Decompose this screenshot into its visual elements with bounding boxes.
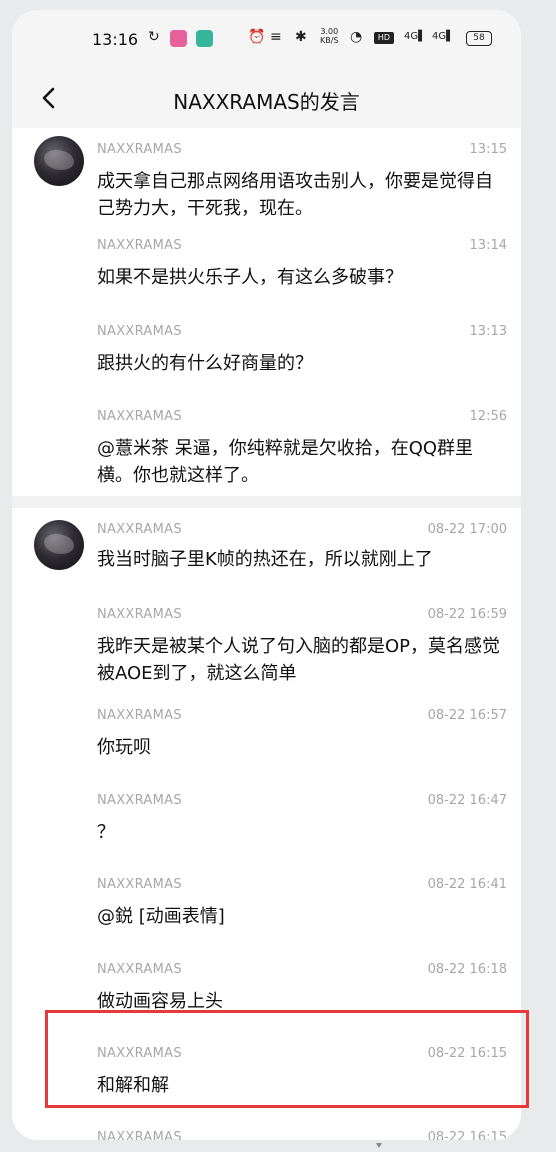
battery-icon: 58 bbox=[466, 31, 492, 46]
message-time: 13:14 bbox=[469, 238, 507, 253]
message-text: @薏米茶 呆逼，你纯粹就是欠收拾，在QQ群里横。你也就这样了。 bbox=[97, 438, 474, 486]
author-name: NAXXRAMAS bbox=[97, 708, 182, 723]
message-time: 08-22 16:59 bbox=[427, 607, 507, 622]
author-name: NAXXRAMAS bbox=[97, 607, 182, 622]
message-text: 成天拿自己那点网络用语攻击别人，你要是觉得自己势力大，干死我，现在。 bbox=[97, 171, 493, 219]
author-name: NAXXRAMAS bbox=[97, 324, 182, 339]
author-name: NAXXRAMAS bbox=[97, 238, 182, 253]
message-time: 08-22 16:41 bbox=[427, 877, 507, 892]
author-name: NAXXRAMAS bbox=[97, 793, 182, 808]
signal-label: 4G bbox=[432, 31, 447, 42]
vibrate-icon: ≡ bbox=[270, 29, 282, 45]
scroll-indicator-icon bbox=[376, 1143, 382, 1148]
message-item[interactable]: NAXXRAMAS 12:56 @薏米茶 呆逼，你纯粹就是欠收拾，在QQ群里横。… bbox=[97, 409, 507, 489]
message-text: 跟拱火的有什么好商量的？ bbox=[97, 353, 313, 374]
message-text: 如果不是拱火乐子人，有这么多破事？ bbox=[97, 267, 403, 288]
message-time: 08-22 16:15 bbox=[427, 1046, 507, 1061]
signal-icon: 4G▌ bbox=[432, 31, 454, 42]
wifi-icon: ◔ bbox=[350, 29, 363, 45]
signal-label: 4G bbox=[404, 31, 419, 42]
message-list[interactable]: NAXXRAMAS 13:15 成天拿自己那点网络用语攻击别人，你要是觉得自己势… bbox=[12, 128, 521, 1140]
app-notification-icon bbox=[196, 30, 213, 47]
message-item[interactable]: NAXXRAMAS 13:15 成天拿自己那点网络用语攻击别人，你要是觉得自己势… bbox=[97, 142, 507, 220]
message-item[interactable]: NAXXRAMAS 08-22 17:00 我当时脑子里K帧的热还在，所以就刚上… bbox=[97, 522, 507, 572]
status-bar: 13:16 ↻ ⏰ ≡ ✱ 3.00 KB/S ◔ HD 4G▌ 4G▌ 58 bbox=[12, 10, 521, 68]
message-time: 08-22 17:00 bbox=[427, 522, 507, 537]
message-time: 13:15 bbox=[469, 142, 507, 157]
message-text: 你玩呗 bbox=[97, 737, 151, 758]
message-item[interactable]: NAXXRAMAS 08-22 16:59 我昨天是被某个人说了句入脑的都是OP… bbox=[97, 607, 507, 687]
author-name: NAXXRAMAS bbox=[97, 877, 182, 892]
hd-badge: HD bbox=[374, 32, 394, 44]
author-name: NAXXRAMAS bbox=[97, 1046, 182, 1061]
message-time: 08-22 16:47 bbox=[427, 793, 507, 808]
phone-screen: 13:16 ↻ ⏰ ≡ ✱ 3.00 KB/S ◔ HD 4G▌ 4G▌ 58 … bbox=[12, 10, 521, 1140]
author-name: NAXXRAMAS bbox=[97, 522, 182, 537]
message-item[interactable]: NAXXRAMAS 08-22 16:15 和解和解 bbox=[97, 1046, 507, 1102]
status-time: 13:16 bbox=[92, 30, 139, 49]
message-time: 08-22 16:57 bbox=[427, 708, 507, 723]
message-text: 我昨天是被某个人说了句入脑的都是OP，莫名感觉被AOE到了，就这么简单 bbox=[97, 636, 501, 684]
author-name: NAXXRAMAS bbox=[97, 409, 182, 424]
message-time: 08-22 16:18 bbox=[427, 962, 507, 977]
message-item[interactable]: NAXXRAMAS 13:14 如果不是拱火乐子人，有这么多破事？ bbox=[97, 238, 507, 294]
author-name: NAXXRAMAS bbox=[97, 1130, 182, 1140]
message-text: 我当时脑子里K帧的热还在，所以就刚上了 bbox=[97, 549, 433, 570]
header-bar: NAXXRAMAS的发言 bbox=[12, 68, 521, 128]
bluetooth-icon: ✱ bbox=[295, 29, 307, 45]
sync-icon: ↻ bbox=[148, 29, 160, 45]
message-text: @鋭 [动画表情] bbox=[97, 906, 225, 927]
message-item[interactable]: NAXXRAMAS 08-22 16:47 ？ bbox=[97, 793, 507, 849]
message-time: 13:13 bbox=[469, 324, 507, 339]
message-item[interactable]: NAXXRAMAS 08-22 16:15 bbox=[97, 1130, 507, 1140]
message-text: ？ bbox=[97, 822, 115, 843]
message-time: 12:56 bbox=[469, 409, 507, 424]
network-speed-value: 3.00 bbox=[320, 27, 339, 36]
message-text: 和解和解 bbox=[97, 1075, 169, 1096]
group-divider bbox=[12, 496, 521, 508]
message-text: 做动画容易上头 bbox=[97, 991, 223, 1012]
page-title: NAXXRAMAS的发言 bbox=[173, 90, 360, 114]
avatar[interactable] bbox=[34, 520, 84, 570]
signal-icon: 4G▌ bbox=[404, 31, 426, 42]
alarm-icon: ⏰ bbox=[248, 29, 266, 45]
author-name: NAXXRAMAS bbox=[97, 142, 182, 157]
message-time: 08-22 16:15 bbox=[427, 1130, 507, 1140]
message-item[interactable]: NAXXRAMAS 13:13 跟拱火的有什么好商量的？ bbox=[97, 324, 507, 380]
app-notification-icon bbox=[170, 30, 187, 47]
message-item[interactable]: NAXXRAMAS 08-22 16:57 你玩呗 bbox=[97, 708, 507, 764]
author-name: NAXXRAMAS bbox=[97, 962, 182, 977]
message-item[interactable]: NAXXRAMAS 08-22 16:41 @鋭 [动画表情] bbox=[97, 877, 507, 933]
network-speed-unit: KB/S bbox=[320, 36, 339, 45]
avatar[interactable] bbox=[34, 136, 84, 186]
network-speed: 3.00 KB/S bbox=[320, 27, 339, 45]
message-item[interactable]: NAXXRAMAS 08-22 16:18 做动画容易上头 bbox=[97, 962, 507, 1018]
